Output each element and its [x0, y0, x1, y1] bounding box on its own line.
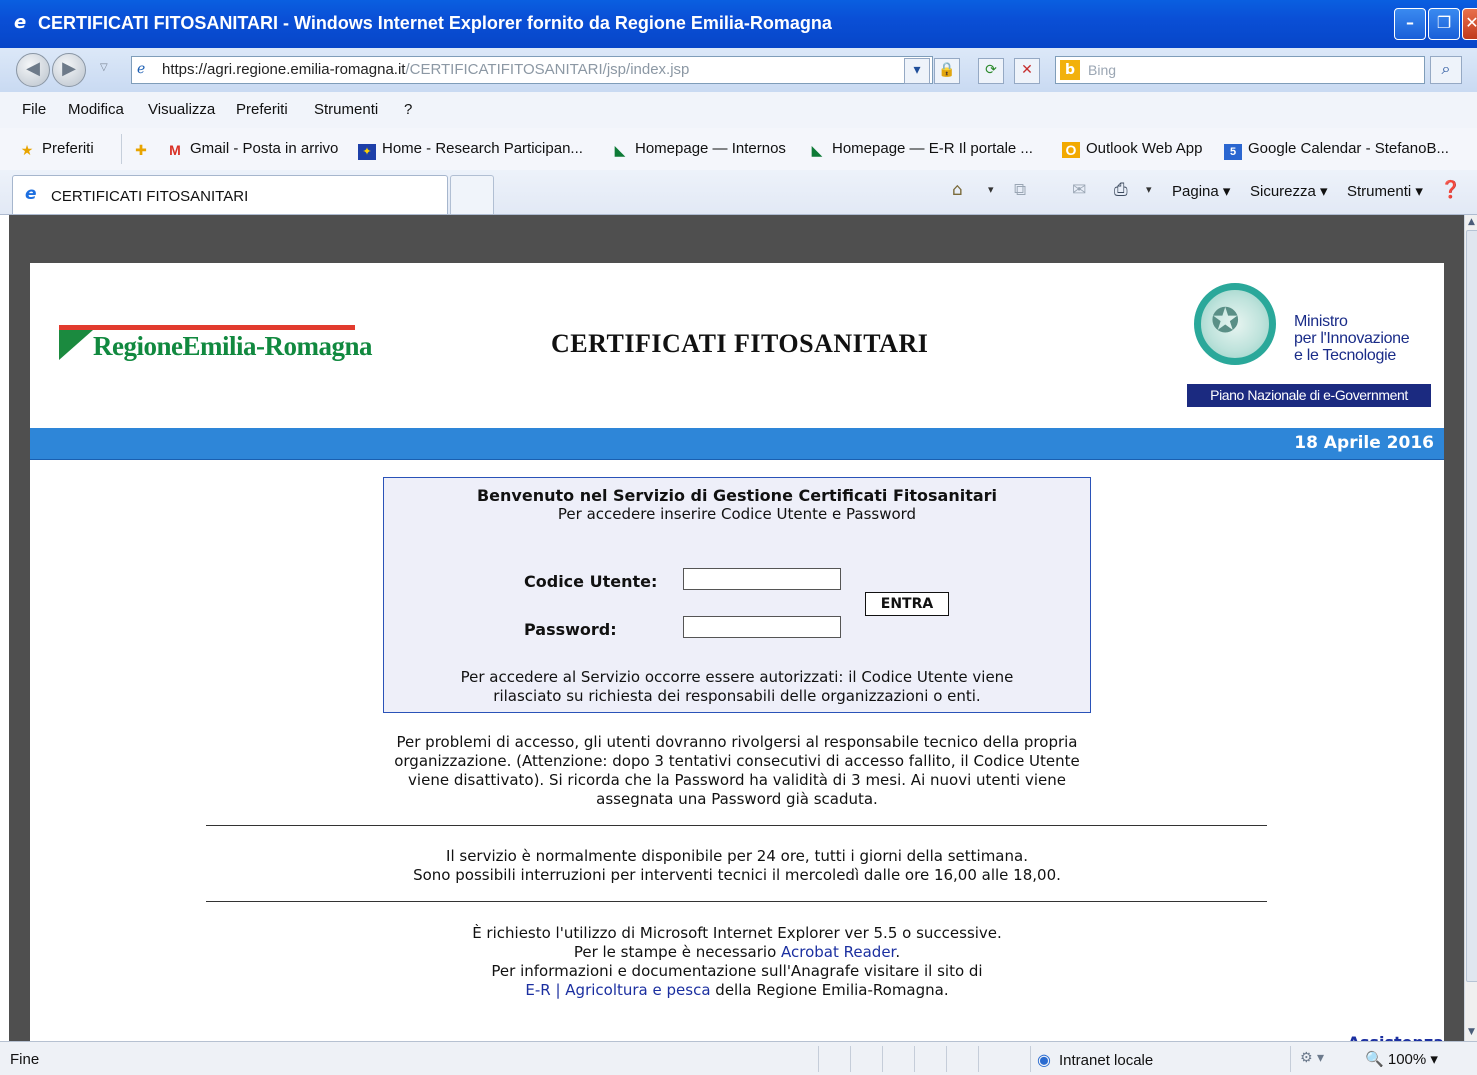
internet-explorer-icon: e: [14, 12, 27, 33]
refresh-icon[interactable]: ⟳: [978, 58, 1004, 84]
er-flag-icon: ◣: [811, 142, 823, 158]
eu-flag-icon: ✦: [358, 144, 376, 160]
menu-preferiti[interactable]: Preferiti: [236, 101, 288, 118]
er-agricoltura-link[interactable]: E-R | Agricoltura e pesca: [525, 981, 710, 999]
help-icon[interactable]: ❓: [1440, 180, 1461, 200]
search-placeholder: Bing: [1088, 62, 1117, 78]
scroll-up-icon[interactable]: ▲: [1465, 215, 1477, 229]
tab-certificati[interactable]: e CERTIFICATI FITOSANITARI: [12, 175, 448, 214]
zoom-level[interactable]: 🔍 100% ▾: [1365, 1050, 1438, 1068]
favorites-button[interactable]: ★ Preferiti: [18, 140, 94, 158]
page-content: RegioneEmilia-Romagna CERTIFICATI FITOSA…: [30, 263, 1444, 1041]
window-title-bar: e CERTIFICATI FITOSANITARI - Windows Int…: [0, 0, 1477, 48]
add-favorite-icon[interactable]: ✚: [132, 140, 150, 158]
requirements-text: È richiesto l'utilizzo di Microsoft Inte…: [472, 924, 1002, 999]
menu-bar: File Modifica Visualizza Preferiti Strum…: [0, 92, 1477, 129]
tab-bar: e CERTIFICATI FITOSANITARI ⌂ ▾ ⧉ ✉ ⎙ ▾ P…: [0, 170, 1477, 215]
password-label: Password:: [524, 620, 617, 639]
search-input[interactable]: b Bing: [1055, 56, 1425, 84]
divider: [206, 901, 1267, 902]
gmail-icon: M: [169, 142, 181, 158]
address-dropdown-icon[interactable]: ▾: [904, 58, 930, 84]
internet-explorer-icon: e: [25, 184, 37, 204]
security-zone[interactable]: ◉ Intranet locale: [1037, 1050, 1153, 1070]
regione-emilia-romagna-logo: RegioneEmilia-Romagna: [59, 325, 373, 365]
favorite-er-portale[interactable]: ◣ Homepage — E-R Il portale ...: [808, 140, 1033, 158]
back-button[interactable]: ◀: [16, 53, 50, 87]
pagina-menu[interactable]: Pagina ▾: [1172, 182, 1230, 200]
favorites-bar: ★ Preferiti ✚ M Gmail - Posta in arrivo ✦ H…: [0, 128, 1477, 170]
authorization-note: Per accedere al Servizio occorre essere …: [460, 668, 1014, 705]
user-code-input[interactable]: [683, 568, 841, 590]
sicurezza-menu[interactable]: Sicurezza ▾: [1250, 182, 1328, 200]
stop-icon[interactable]: ✕: [1014, 58, 1040, 84]
login-instructions: Per accedere inserire Codice Utente e Pa…: [557, 505, 917, 523]
page-viewport: RegioneEmilia-Romagna CERTIFICATI FITOSA…: [9, 215, 1464, 1041]
favorite-internos[interactable]: ◣ Homepage — Internos: [611, 140, 786, 158]
strumenti-menu[interactable]: Strumenti ▾: [1347, 182, 1423, 200]
acrobat-reader-link[interactable]: Acrobat Reader: [781, 943, 895, 961]
window-title: CERTIFICATI FITOSANITARI - Windows Inter…: [38, 13, 832, 33]
home-dropdown-icon[interactable]: ▾: [988, 180, 994, 200]
favorite-research[interactable]: ✦ Home - Research Participan...: [358, 140, 583, 160]
egov-band: Piano Nazionale di e-Government: [1187, 384, 1431, 407]
calendar-icon: 5: [1224, 144, 1242, 160]
address-bar: ◀ ▶ ▽ ℯ https://agri.regione.emilia-roma…: [0, 48, 1477, 92]
current-date: 18 Aprile 2016: [1294, 433, 1434, 453]
login-box: Benvenuto nel Servizio di Gestione Certi…: [383, 477, 1091, 713]
feeds-icon[interactable]: ⧉: [1014, 180, 1026, 200]
ministry-logo: ✪ Ministro per l'Innovazione e le Tecnol…: [1182, 281, 1434, 407]
divider: [206, 825, 1267, 826]
scroll-down-icon[interactable]: ▼: [1465, 1025, 1477, 1039]
outlook-icon: O: [1062, 142, 1080, 158]
status-bar: Fine ◉ Intranet locale ⚙ ▾ 🔍 100% ▾: [0, 1041, 1477, 1075]
close-button[interactable]: ✕: [1462, 8, 1477, 40]
scrollbar-thumb[interactable]: [1466, 230, 1477, 982]
intranet-icon: ◉: [1037, 1052, 1051, 1069]
mail-icon[interactable]: ✉: [1072, 180, 1086, 200]
print-dropdown-icon[interactable]: ▾: [1146, 180, 1152, 200]
bing-icon: b: [1060, 60, 1080, 80]
favorite-google-calendar[interactable]: 5 Google Calendar - StefanoB...: [1224, 140, 1449, 160]
password-input[interactable]: [683, 616, 841, 638]
page-icon: ℯ: [137, 61, 146, 77]
maximize-button[interactable]: ❐: [1428, 8, 1460, 40]
lock-icon[interactable]: 🔒: [934, 58, 960, 84]
url-field[interactable]: ℯ https://agri.regione.emilia-romagna.it…: [131, 56, 933, 84]
protected-mode-icon[interactable]: ⚙ ▾: [1300, 1050, 1324, 1066]
search-icon[interactable]: ⌕: [1430, 56, 1462, 84]
user-code-label: Codice Utente:: [524, 572, 658, 591]
welcome-heading: Benvenuto nel Servizio di Gestione Certi…: [476, 486, 998, 505]
access-problems-text: Per problemi di accesso, gli utenti dovr…: [394, 733, 1080, 808]
star-icon: ★: [20, 142, 34, 158]
er-flag-icon: ◣: [614, 142, 626, 158]
favorite-outlook[interactable]: O Outlook Web App: [1062, 140, 1202, 158]
home-icon[interactable]: ⌂: [952, 180, 963, 200]
favorites-separator: [121, 134, 122, 164]
vertical-scrollbar[interactable]: ▲ ▼: [1464, 215, 1477, 1041]
entra-button[interactable]: ENTRA: [865, 592, 949, 616]
menu-help[interactable]: ?: [404, 101, 412, 118]
url-text: https://agri.regione.emilia-romagna.it/C…: [162, 61, 690, 78]
print-icon[interactable]: ⎙: [1114, 180, 1128, 200]
menu-file[interactable]: File: [22, 101, 46, 118]
favorite-gmail[interactable]: M Gmail - Posta in arrivo: [166, 140, 338, 158]
tab-label: CERTIFICATI FITOSANITARI: [51, 188, 249, 205]
status-text: Fine: [10, 1051, 40, 1068]
assistenza-link[interactable]: Assistenza: [1348, 1033, 1444, 1041]
page-title: CERTIFICATI FITOSANITARI: [551, 329, 929, 358]
service-availability-text: Il servizio è normalmente disponibile pe…: [413, 847, 1061, 884]
menu-visualizza[interactable]: Visualizza: [148, 101, 215, 118]
new-tab-button[interactable]: [450, 175, 494, 214]
minimize-button[interactable]: –: [1394, 8, 1426, 40]
menu-strumenti[interactable]: Strumenti: [314, 101, 378, 118]
recent-pages-dropdown-icon[interactable]: ▽: [100, 62, 108, 73]
date-band: 18 Aprile 2016: [30, 428, 1444, 460]
forward-button[interactable]: ▶: [52, 53, 86, 87]
menu-modifica[interactable]: Modifica: [68, 101, 124, 118]
